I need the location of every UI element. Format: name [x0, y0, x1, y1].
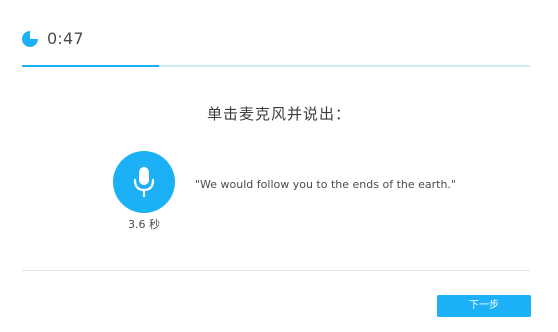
speaking-exercise-page: 0:47 单击麦克风并说出： 3.6 秒 "We would follow yo…: [0, 0, 558, 332]
progress-fill: [22, 65, 160, 67]
prompt-text: 单击麦克风并说出：: [206, 105, 351, 123]
progress-track: [22, 65, 530, 67]
pie-timer-icon: [22, 31, 38, 47]
timer-text: 0:47: [47, 29, 84, 48]
microphone-icon: [133, 167, 155, 198]
timer: 0:47: [22, 29, 84, 49]
next-button[interactable]: 下一步: [437, 295, 531, 317]
sentence-to-speak: "We would follow you to the ends of the …: [195, 178, 456, 191]
recording-duration: 3.6 秒: [128, 218, 160, 231]
microphone-button[interactable]: [113, 151, 175, 213]
footer-divider: [22, 270, 530, 271]
